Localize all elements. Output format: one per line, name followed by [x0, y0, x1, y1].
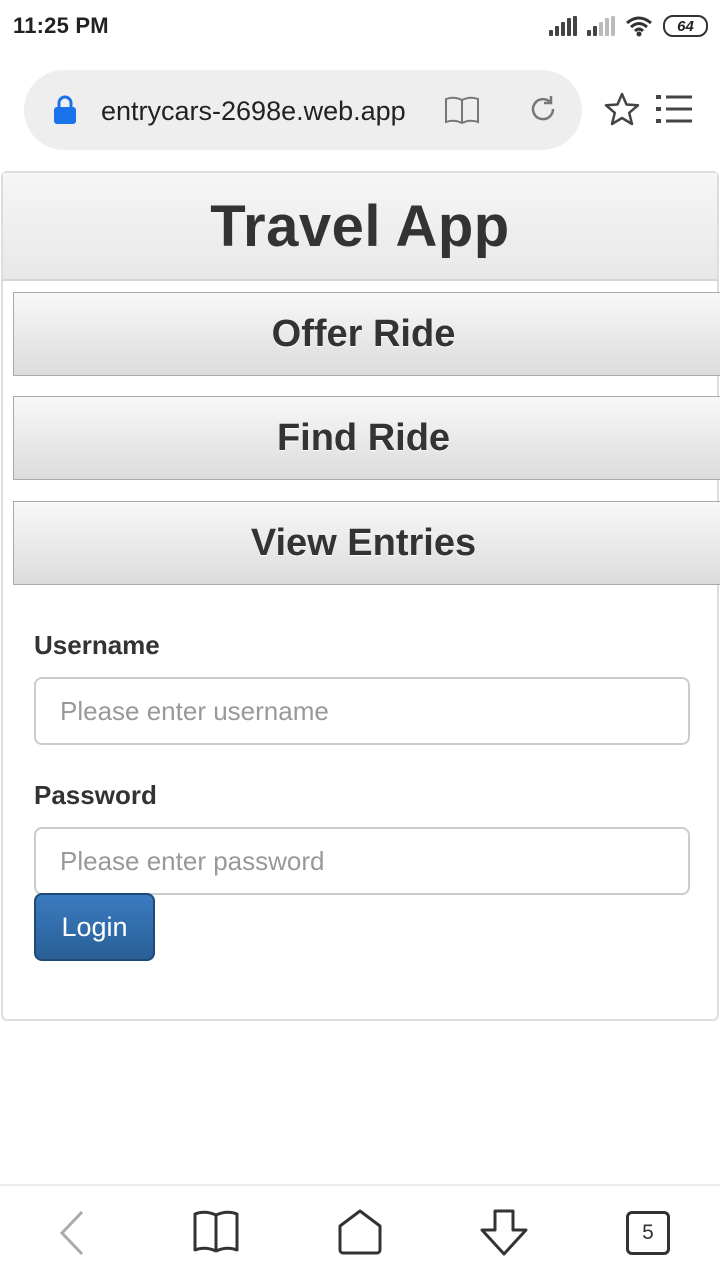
signal-icon — [549, 16, 577, 36]
login-button[interactable]: Login — [34, 893, 155, 961]
back-icon[interactable] — [56, 1208, 86, 1258]
page-title: Travel App — [210, 193, 510, 259]
reader-icon[interactable] — [444, 95, 480, 125]
signal-icon — [587, 16, 615, 36]
star-icon[interactable] — [604, 92, 640, 126]
status-bar: 11:25 PM 64 — [0, 0, 720, 52]
username-label: Username — [34, 630, 160, 660]
find-ride-button[interactable]: Find Ride — [13, 396, 720, 480]
wifi-icon — [626, 16, 652, 37]
bookmarks-icon[interactable] — [192, 1208, 240, 1254]
reload-icon[interactable] — [527, 93, 559, 125]
url-text[interactable]: entrycars-2698e.web.app — [101, 94, 405, 128]
browser-toolbar: entrycars-2698e.web.app — [0, 60, 720, 160]
app-panel: Travel App Offer Ride Find Ride View Ent… — [1, 171, 720, 1021]
status-icons: 64 — [549, 15, 708, 37]
lock-icon — [54, 95, 76, 124]
offer-ride-button[interactable]: Offer Ride — [13, 292, 720, 376]
battery-icon: 64 — [663, 15, 708, 37]
menu-icon[interactable] — [656, 94, 692, 124]
bottom-nav: 5 — [0, 1184, 720, 1280]
status-time: 11:25 PM — [13, 13, 109, 38]
password-label: Password — [34, 780, 157, 810]
password-input[interactable] — [34, 827, 690, 895]
login-form: Username Password Login — [34, 628, 690, 961]
home-icon[interactable] — [337, 1208, 383, 1256]
username-input[interactable] — [34, 677, 690, 745]
tabs-icon[interactable]: 5 — [626, 1211, 670, 1255]
app-header: Travel App — [3, 173, 717, 281]
tabs-count: 5 — [642, 1221, 654, 1244]
download-icon[interactable] — [478, 1208, 530, 1258]
view-entries-button[interactable]: View Entries — [13, 501, 720, 585]
address-bar[interactable]: entrycars-2698e.web.app — [24, 70, 582, 150]
battery-level: 64 — [677, 17, 694, 35]
